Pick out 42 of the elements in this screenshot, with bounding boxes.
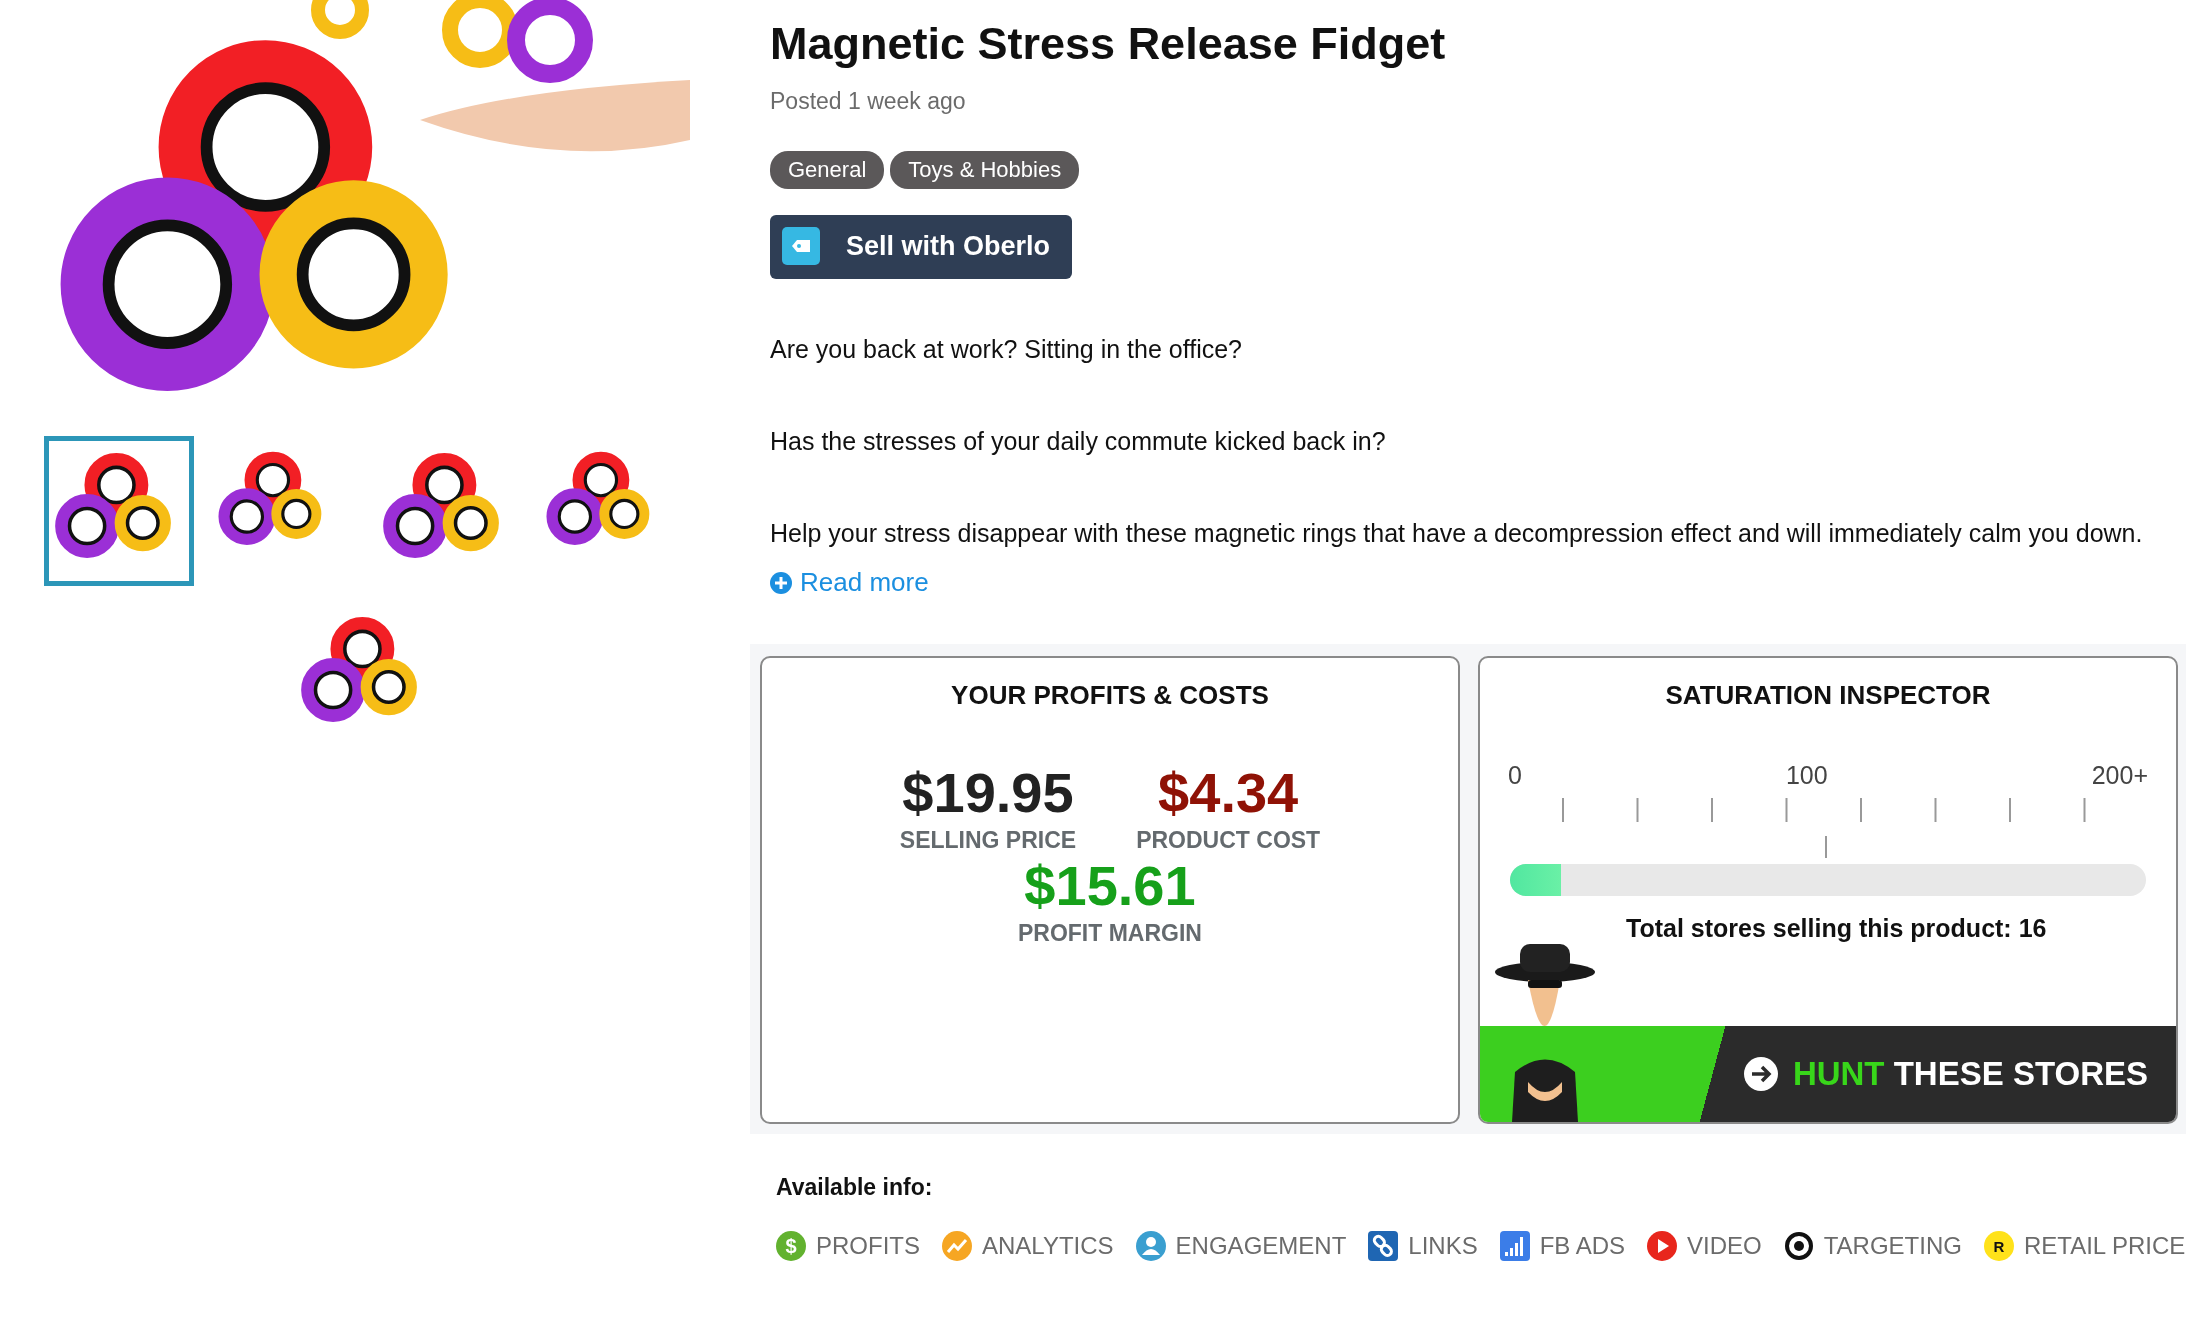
user-icon: [1135, 1231, 1166, 1261]
scale-label: 100: [1785, 761, 1828, 790]
amount-label: SELLING PRICE: [899, 827, 1077, 854]
description-text: Are you back at work? Sitting in the office?: [770, 334, 1244, 365]
dollar-icon: $: [776, 1231, 806, 1261]
info-label: RETAIL PRICE: [2023, 1232, 2186, 1260]
coin-icon: R: [1983, 1231, 2014, 1261]
available-info-heading: Available info:: [776, 1174, 933, 1201]
category-tag[interactable]: General: [770, 151, 885, 189]
tag-icon: [782, 227, 820, 265]
info-label: VIDEO: [1687, 1232, 1762, 1260]
info-label: LINKS: [1408, 1232, 1478, 1260]
play-icon: [1647, 1231, 1678, 1261]
info-label: ANALYTICS: [982, 1232, 1114, 1260]
panel-title: YOUR PROFITS & COSTS: [951, 680, 1269, 711]
posted-date: Posted 1 week ago: [770, 88, 966, 115]
scale-label: 200+: [2091, 761, 2148, 790]
target-icon: [1783, 1231, 1814, 1261]
thumbnail-photo[interactable]: [44, 436, 194, 586]
bar-chart-icon: [1499, 1231, 1530, 1261]
amount-text: $4.34: [1158, 761, 1299, 825]
panel-title: SATURATION INSPECTOR: [1665, 680, 1991, 711]
info-label: TARGETING: [1823, 1232, 1962, 1260]
description-text: Help your stress disappear with these magnetic rings that have a decompression effect and will immediately calm you down.: [770, 518, 2144, 549]
link-icon: [1368, 1231, 1399, 1261]
sell-button[interactable]: Sell with Oberlo: [770, 215, 1073, 279]
hunt-stores-button[interactable]: HUNT THESE STORES: [1480, 1026, 2176, 1122]
arrow-circle-icon: [1742, 1056, 1779, 1092]
amount-text: $15.61: [1024, 854, 1196, 918]
amount-text: $19.95: [902, 761, 1074, 825]
trend-chart-icon: [942, 1231, 972, 1261]
total-stores-text: Total stores selling this product: 16: [1626, 914, 2048, 943]
product-title: Magnetic Stress Release Fidget: [770, 18, 1447, 70]
scale-label: 0: [1508, 761, 1522, 790]
amount-label: PROFIT MARGIN: [1018, 920, 1202, 947]
description-text: Has the stresses of your daily commute kicked back in?: [770, 426, 1387, 457]
info-label: PROFITS: [816, 1232, 920, 1260]
info-label: FB ADS: [1539, 1232, 1626, 1260]
category-tag[interactable]: Toys & Hobbies: [890, 151, 1080, 189]
amount-label: PRODUCT COST: [1136, 827, 1321, 854]
plus-circle-icon: [770, 571, 792, 594]
info-label: ENGAGEMENT: [1175, 1232, 1347, 1260]
